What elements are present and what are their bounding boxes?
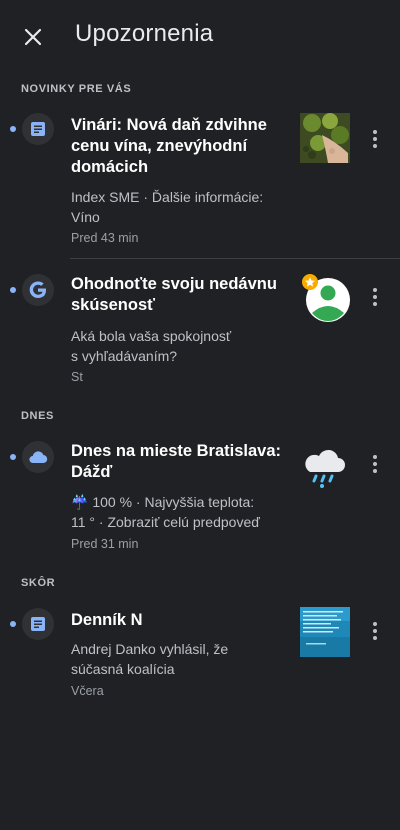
unread-dot	[10, 126, 16, 132]
dot-icon	[373, 636, 377, 640]
unread-dot	[10, 621, 16, 627]
article-icon	[31, 617, 45, 631]
app-icon	[22, 608, 54, 640]
title-line: Vinári: Nová daň zdvihne	[71, 116, 267, 134]
subtitle-line: ☔ 100 % · Najvyššia teplota:	[71, 494, 255, 510]
title-line: domácich	[71, 158, 149, 176]
subtitle-line: Aká bola vaša spokojnosť	[71, 328, 232, 344]
close-button[interactable]	[16, 20, 50, 54]
subtitle-line: s vyhľadávaním?	[71, 348, 178, 364]
more-options-button[interactable]	[364, 450, 386, 478]
dot-icon	[373, 469, 377, 473]
unread-dot	[10, 454, 16, 460]
notification-title: Denník N	[71, 610, 291, 631]
divider	[70, 258, 400, 259]
title-line: skúsenosť	[71, 296, 156, 314]
unread-dot	[10, 287, 16, 293]
notification-time: Pred 43 min	[71, 231, 139, 245]
title-line: Denník N	[71, 611, 143, 629]
notification-time: Včera	[71, 684, 104, 698]
more-options-button[interactable]	[364, 283, 386, 311]
notification-time: Pred 31 min	[71, 537, 139, 551]
notification-item[interactable]: Vinári: Nová daň zdvihne cenu vína, znev…	[0, 105, 400, 257]
more-options-button[interactable]	[364, 617, 386, 645]
section-header-today: DNES	[21, 410, 54, 422]
more-options-button[interactable]	[364, 125, 386, 153]
section-header-news: NOVINKY PRE VÁS	[21, 83, 132, 95]
title-line: Dážď	[71, 463, 113, 481]
title-line: Ohodnoťte svoju nedávnu	[71, 275, 277, 293]
dot-icon	[373, 302, 377, 306]
notification-title: Vinári: Nová daň zdvihne cenu vína, znev…	[71, 115, 291, 178]
notification-item[interactable]: Ohodnoťte svoju nedávnu skúsenosť Aká bo…	[0, 265, 400, 395]
notification-subtitle: Index SME · Ďalšie informácie: Víno	[71, 187, 296, 227]
rain-cloud-icon	[300, 440, 350, 490]
notification-title: Ohodnoťte svoju nedávnu skúsenosť	[71, 274, 291, 316]
title-line: cenu vína, znevýhodní	[71, 137, 248, 155]
title-line: Dnes na mieste Bratislava:	[71, 442, 282, 460]
close-icon	[24, 28, 42, 46]
dot-icon	[373, 622, 377, 626]
cloud-icon	[29, 451, 48, 464]
notification-subtitle: Aká bola vaša spokojnosť s vyhľadávaním?	[71, 326, 296, 366]
dot-icon	[373, 455, 377, 459]
dot-icon	[373, 462, 377, 466]
dot-icon	[373, 130, 377, 134]
notification-subtitle: Andrej Danko vyhlásil, že súčasná koalíc…	[71, 639, 296, 679]
dot-icon	[373, 629, 377, 633]
notification-time: St	[71, 370, 83, 384]
vineyard-thumbnail	[300, 113, 350, 163]
app-icon	[22, 441, 54, 473]
subtitle-line: Andrej Danko vyhlásil, že	[71, 641, 229, 657]
avatar	[300, 273, 352, 325]
google-icon	[29, 281, 46, 298]
app-icon	[22, 113, 54, 145]
dot-icon	[373, 144, 377, 148]
dot-icon	[373, 137, 377, 141]
subtitle-line: 11 ° · Zobraziť celú predpoveď	[71, 514, 260, 530]
notification-item[interactable]: Dnes na mieste Bratislava: Dážď ☔ 100 % …	[0, 432, 400, 567]
app-icon	[22, 274, 54, 306]
subtitle-line: Víno	[71, 209, 100, 225]
dot-icon	[373, 288, 377, 292]
subtitle-line: Index SME · Ďalšie informácie:	[71, 189, 264, 205]
top-bar: Upozornenia	[0, 0, 400, 72]
dot-icon	[373, 295, 377, 299]
section-header-earlier: SKÔR	[21, 577, 56, 589]
notification-title: Dnes na mieste Bratislava: Dážď	[71, 441, 301, 483]
article-icon	[31, 122, 45, 136]
news-thumbnail	[300, 607, 350, 657]
notification-item[interactable]: Denník N Andrej Danko vyhlásil, že súčas…	[0, 600, 400, 710]
subtitle-line: súčasná koalícia	[71, 661, 175, 677]
page-title: Upozornenia	[75, 20, 214, 47]
notification-subtitle: ☔ 100 % · Najvyššia teplota: 11 ° · Zobr…	[71, 492, 296, 532]
